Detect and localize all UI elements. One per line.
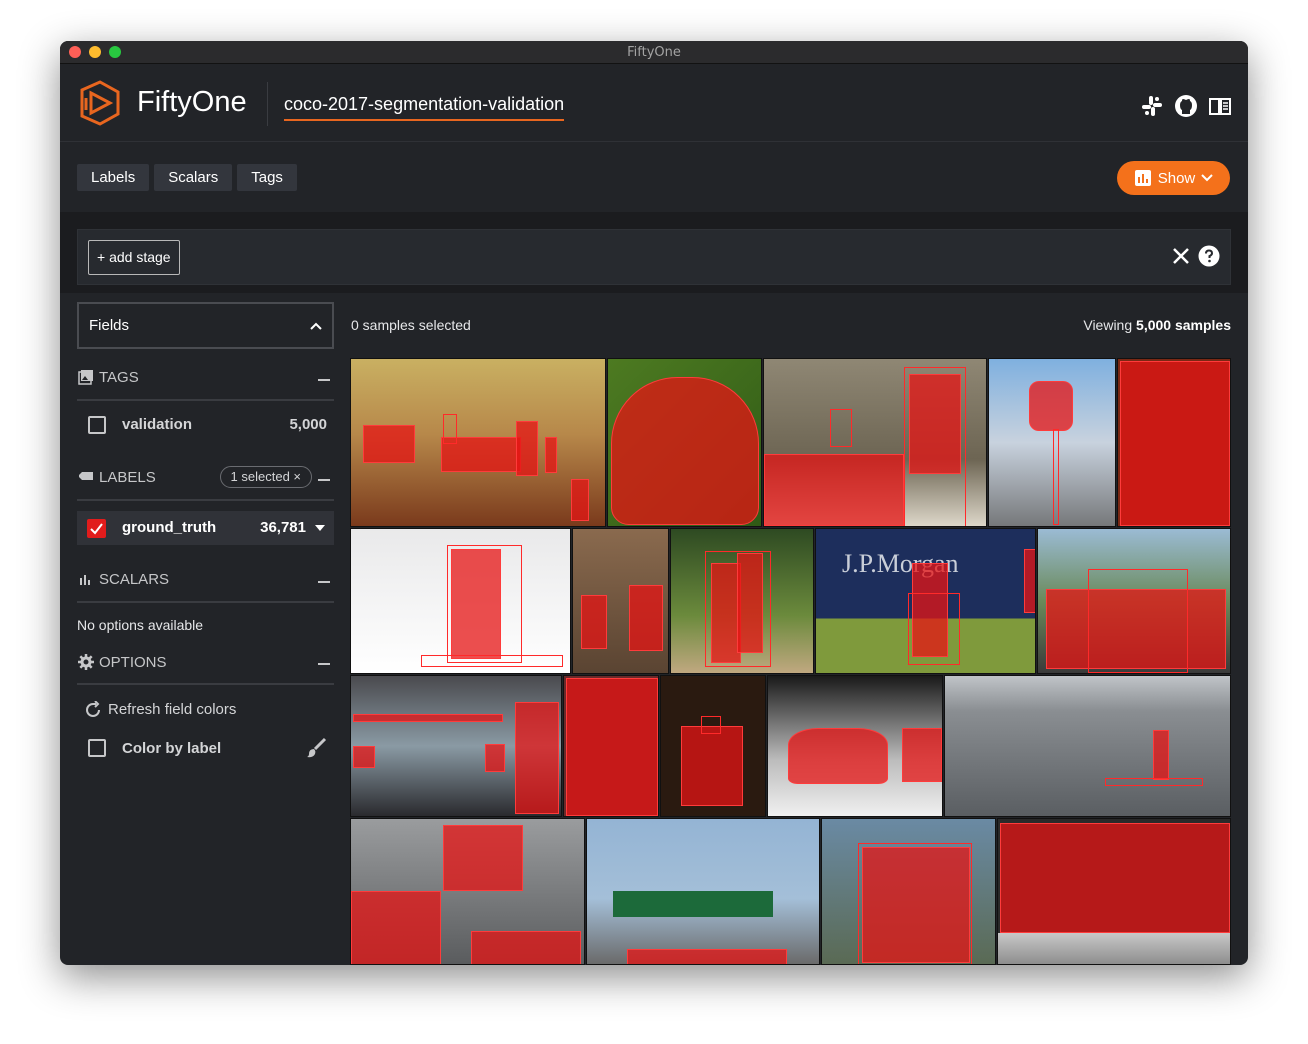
collapse-scalars-icon[interactable] <box>318 581 330 583</box>
paintbrush-icon[interactable] <box>305 737 327 759</box>
fiftyone-logo-icon[interactable] <box>76 80 122 126</box>
scalars-section-header[interactable]: SCALARS <box>77 545 334 603</box>
sample-tile-paddleboarder[interactable] <box>944 675 1231 817</box>
collapse-tags-icon[interactable] <box>318 379 330 381</box>
gear-icon <box>78 654 94 670</box>
sample-tile-girl-phone[interactable] <box>563 675 659 817</box>
tag-row-validation[interactable]: validation 5,000 <box>77 401 334 449</box>
refresh-colors-row[interactable]: Refresh field colors <box>77 685 334 729</box>
sample-tile-living-room[interactable] <box>350 358 606 527</box>
view-bar-area: + add stage <box>60 212 1248 293</box>
sidebar: Fields TAGS validation 5,000 LABELS 1 se… <box>77 302 334 777</box>
labels-section-title: LABELS <box>99 469 156 486</box>
sample-tile-computer-desk[interactable] <box>350 818 585 965</box>
tags-section-title: TAGS <box>99 369 139 386</box>
logo-text: FiftyOne <box>137 86 247 118</box>
color-by-label-checkbox[interactable] <box>88 739 106 757</box>
grid-header: 0 samples selected Viewing 5,000 samples <box>351 317 1231 337</box>
tab-tags[interactable]: Tags <box>237 164 297 191</box>
sample-tile-bedroom[interactable] <box>763 358 987 527</box>
github-icon[interactable] <box>1174 94 1198 118</box>
ground-truth-count: 36,781 <box>260 519 306 536</box>
sample-tile-frisbee-players[interactable] <box>670 528 814 674</box>
add-stage-button[interactable]: + add stage <box>88 240 180 275</box>
sample-grid: J.P.Morgan <box>350 358 1231 965</box>
sample-tile-stop-sign[interactable] <box>988 358 1116 527</box>
refresh-icon <box>86 701 100 717</box>
clear-stages-icon[interactable] <box>1170 245 1192 267</box>
tag-checkbox[interactable] <box>88 416 106 434</box>
show-plots-button[interactable]: Show <box>1117 161 1230 195</box>
viewing-count: 5,000 samples <box>1136 317 1231 333</box>
slack-icon[interactable] <box>1140 94 1164 118</box>
no-options-text: No options available <box>77 617 204 633</box>
docs-book-icon[interactable] <box>1208 94 1232 118</box>
options-section-header[interactable]: OPTIONS <box>77 645 334 685</box>
sample-tile-team-photo[interactable] <box>1037 528 1231 674</box>
samples-selected-text: 0 samples selected <box>351 317 471 333</box>
sample-tile-dark-room[interactable] <box>660 675 766 817</box>
view-bar: + add stage <box>77 229 1231 285</box>
collapse-labels-icon[interactable] <box>318 479 330 481</box>
fields-label: Fields <box>89 317 130 334</box>
app-header: FiftyOne coco-2017-segmentation-validati… <box>60 64 1248 142</box>
refresh-colors-label: Refresh field colors <box>108 701 237 718</box>
help-icon[interactable] <box>1198 245 1220 267</box>
viewing-count-text: Viewing 5,000 samples <box>1083 317 1231 333</box>
chevron-up-icon <box>310 322 322 330</box>
sample-tile-tennis[interactable]: J.P.Morgan <box>815 528 1036 674</box>
sample-tile-bridge-river[interactable] <box>350 675 562 817</box>
tab-scalars[interactable]: Scalars <box>154 164 233 191</box>
header-divider <box>267 82 268 126</box>
tag-count: 5,000 <box>289 416 327 433</box>
window-title: FiftyOne <box>627 45 681 60</box>
ground-truth-checkbox[interactable] <box>87 519 106 538</box>
ground-truth-label: ground_truth <box>122 519 217 536</box>
sample-tile-skier[interactable] <box>350 528 571 674</box>
tag-label: validation <box>122 416 193 433</box>
dataset-name[interactable]: coco-2017-segmentation-validation <box>284 94 565 121</box>
color-by-label-text: Color by label <box>122 740 222 757</box>
selected-labels-pill[interactable]: 1 selected × <box>219 466 312 488</box>
sample-tile-teddy-bears[interactable] <box>1117 358 1231 527</box>
sample-tile-highway-signs[interactable] <box>586 818 820 965</box>
labels-section-header[interactable]: LABELS 1 selected × <box>77 449 334 501</box>
app-window: FiftyOne FiftyOne coco-2017-segmentation… <box>60 41 1248 965</box>
sample-tile-bread-bowl[interactable] <box>767 675 943 817</box>
label-tag-icon <box>79 472 93 480</box>
chevron-down-icon <box>1201 174 1213 182</box>
title-bar: FiftyOne <box>60 41 1248 64</box>
expand-caret-icon[interactable] <box>315 525 325 531</box>
sample-tile-red-bus[interactable] <box>821 818 996 965</box>
fields-dropdown[interactable]: Fields <box>77 302 334 349</box>
image-tag-icon <box>78 370 93 385</box>
toolbar: Labels Scalars Tags Show <box>60 142 1248 212</box>
tab-labels[interactable]: Labels <box>77 164 150 191</box>
collapse-options-icon[interactable] <box>318 663 330 665</box>
sample-tile-cat[interactable] <box>997 818 1231 965</box>
bar-chart-small-icon <box>80 575 90 585</box>
sample-tile-bear[interactable] <box>607 358 762 527</box>
show-label: Show <box>1157 169 1196 187</box>
tags-section-header[interactable]: TAGS <box>77 349 334 401</box>
bar-chart-icon <box>1134 170 1151 186</box>
sample-tile-kitchen[interactable] <box>572 528 669 674</box>
scalars-section-title: SCALARS <box>99 571 170 588</box>
checkmark-icon <box>90 523 103 535</box>
options-section-title: OPTIONS <box>99 654 167 671</box>
label-row-ground-truth[interactable]: ground_truth 36,781 <box>77 511 334 545</box>
color-by-label-row[interactable]: Color by label <box>77 729 334 777</box>
viewing-prefix: Viewing <box>1083 317 1133 333</box>
